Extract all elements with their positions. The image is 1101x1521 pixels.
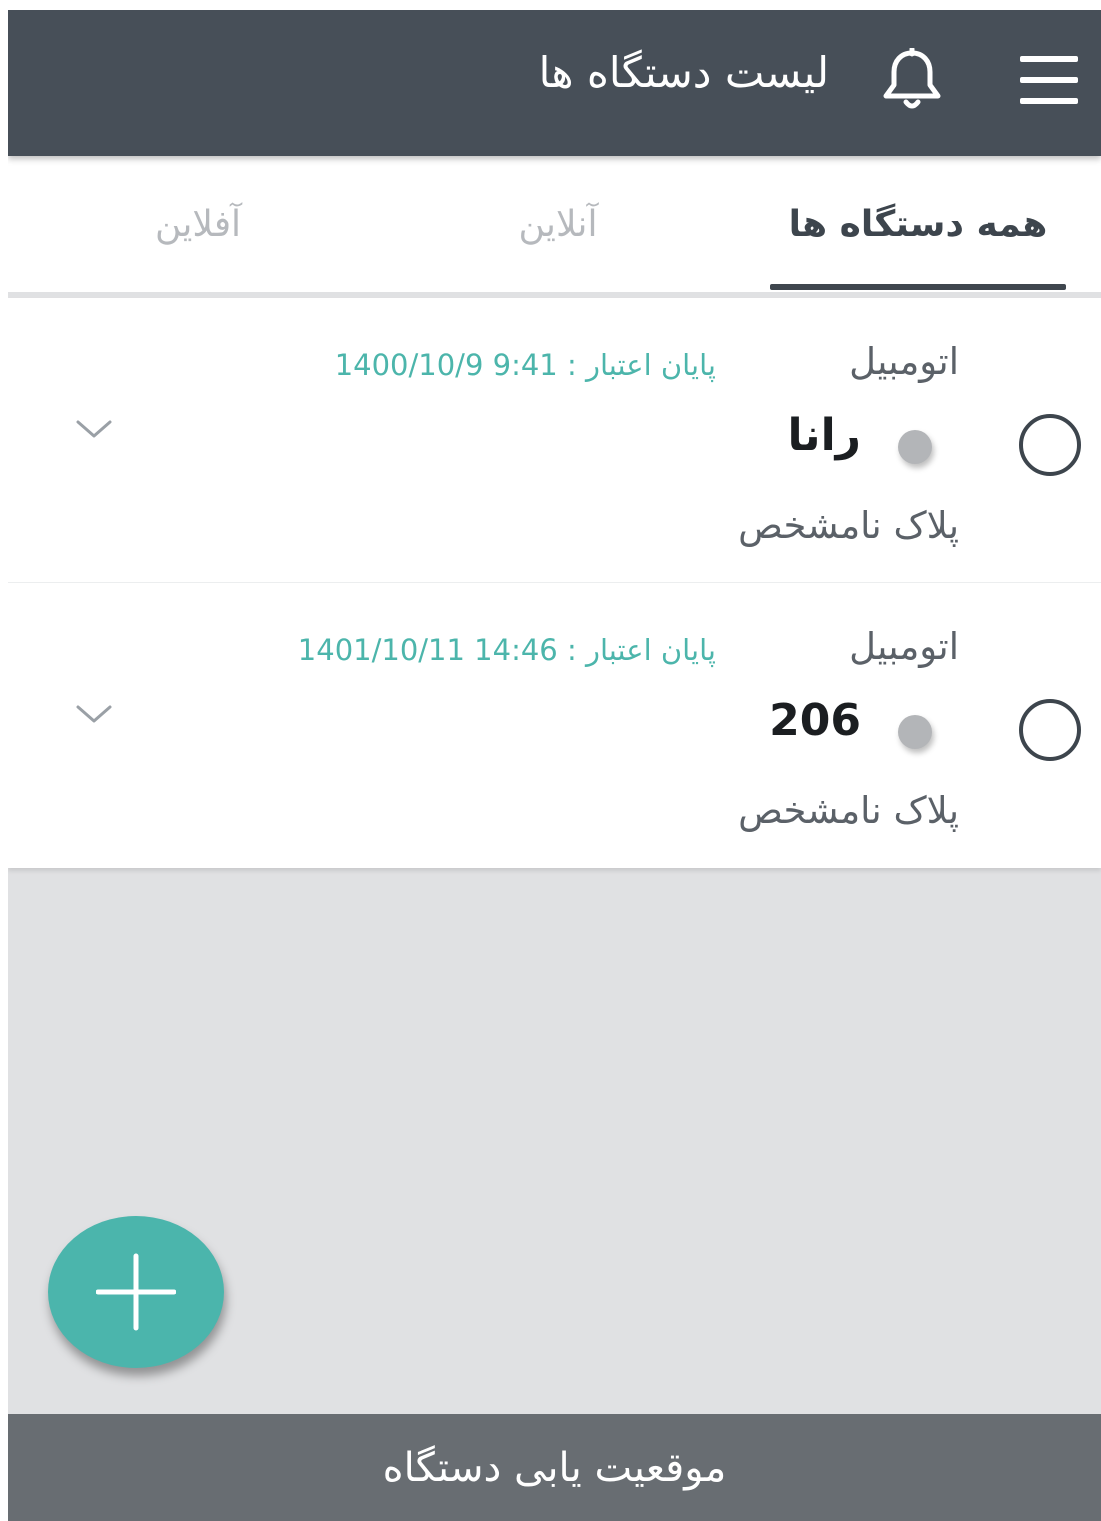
device-type-label: اتومبیل	[849, 625, 959, 668]
add-device-button[interactable]	[48, 1216, 224, 1368]
locate-device-button[interactable]: موقعیت یابی دستگاه	[8, 1414, 1101, 1521]
device-name: 206	[769, 695, 861, 746]
tab-bar: همه دستگاه ها آنلاین آفلاین	[8, 156, 1101, 298]
expiry-label: پایان اعتبار : 9:41 1400/10/9	[334, 348, 716, 382]
device-select-radio[interactable]	[1019, 414, 1081, 476]
chevron-down-icon[interactable]	[70, 697, 118, 733]
device-list-item[interactable]: اتومبیل پایان اعتبار : 9:41 1400/10/9 را…	[8, 298, 1101, 583]
device-name: رانا	[787, 410, 861, 461]
plus-icon	[96, 1253, 176, 1331]
locate-device-label: موقعیت یابی دستگاه	[382, 1444, 727, 1491]
bell-icon[interactable]	[878, 46, 946, 112]
status-dot-icon	[898, 715, 932, 749]
hamburger-menu-icon[interactable]	[1020, 56, 1078, 104]
page-title: لیست دستگاه ها	[538, 48, 829, 97]
device-select-radio[interactable]	[1019, 699, 1081, 761]
plate-label: پلاک نامشخص	[738, 504, 959, 547]
app-bar: لیست دستگاه ها	[8, 10, 1101, 156]
device-list-item[interactable]: اتومبیل پایان اعتبار : 14:46 1401/10/11 …	[8, 583, 1101, 868]
chevron-down-icon[interactable]	[70, 412, 118, 448]
screen: لیست دستگاه ها همه دستگاه ها آنلاین آفلا…	[8, 10, 1101, 1521]
active-tab-indicator	[770, 284, 1066, 290]
device-list: اتومبیل پایان اعتبار : 9:41 1400/10/9 را…	[8, 298, 1101, 868]
tab-all-devices[interactable]: همه دستگاه ها	[770, 156, 1066, 292]
plate-label: پلاک نامشخص	[738, 789, 959, 832]
status-dot-icon	[898, 430, 932, 464]
tab-online[interactable]: آنلاین	[408, 156, 708, 292]
device-type-label: اتومبیل	[849, 340, 959, 383]
tab-offline[interactable]: آفلاین	[48, 156, 348, 292]
expiry-label: پایان اعتبار : 14:46 1401/10/11	[297, 633, 716, 667]
